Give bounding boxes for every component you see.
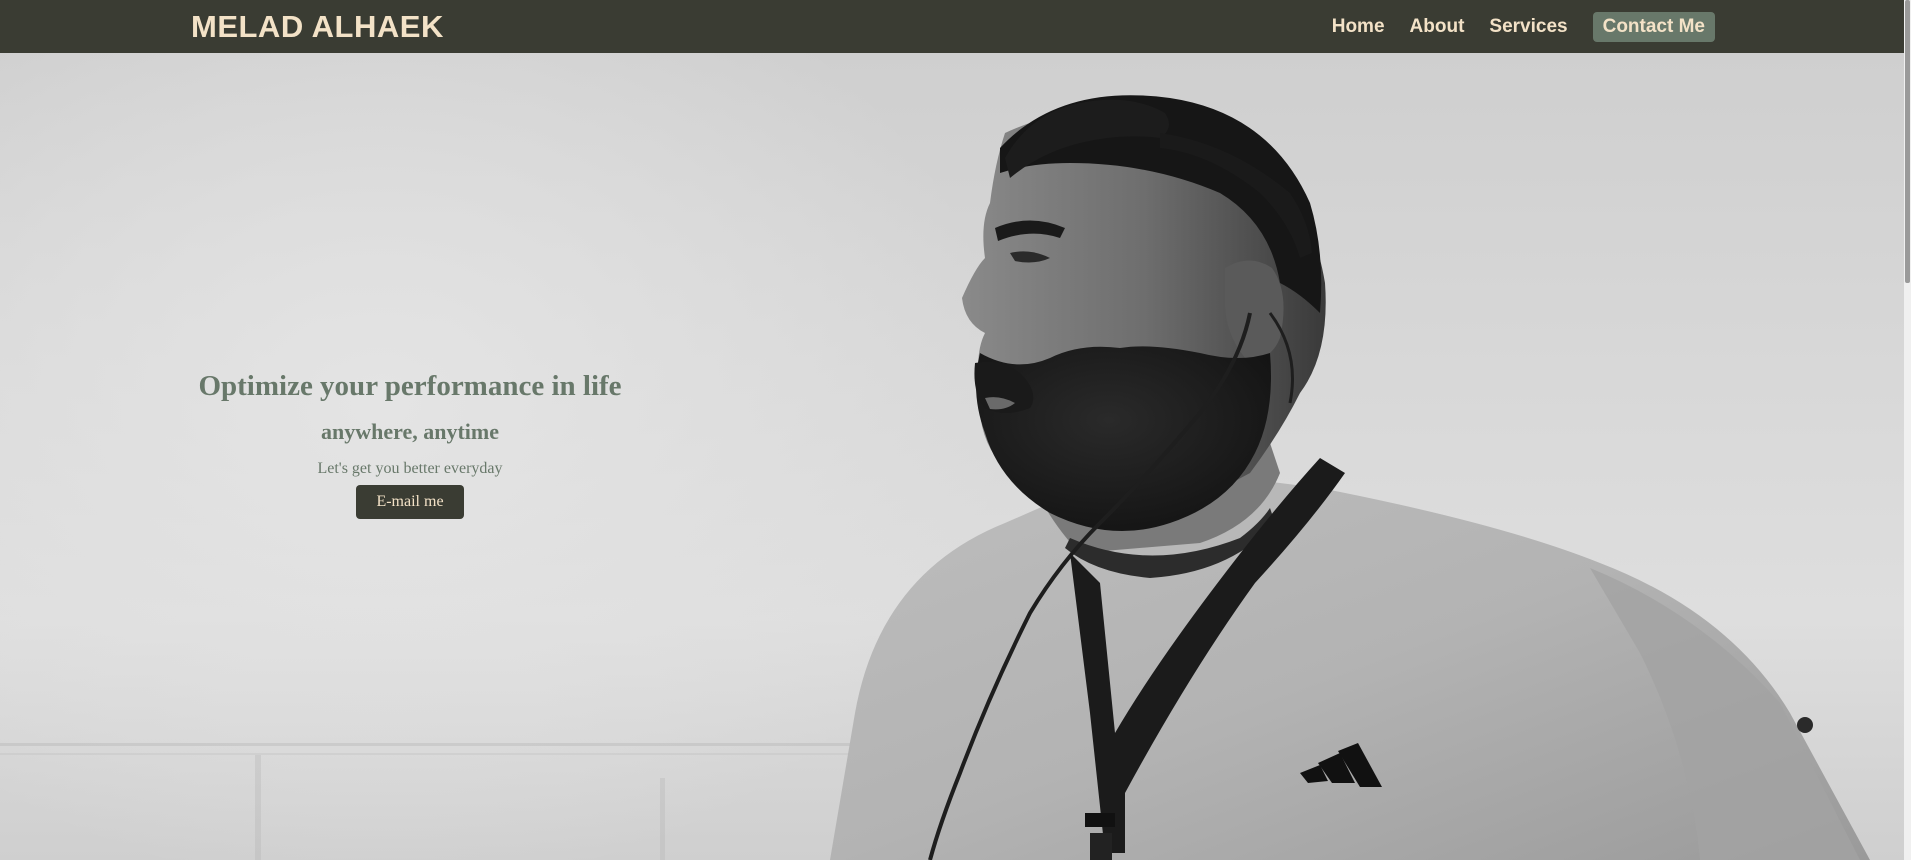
- hero-title: Optimize your performance in life: [198, 370, 622, 402]
- hero-tagline: Let's get you better everyday: [317, 460, 503, 477]
- hero-section: Optimize your performance in life anywhe…: [0, 53, 1904, 860]
- nav-link-about[interactable]: About: [1410, 16, 1465, 38]
- nav-links: Home About Services Contact Me: [1307, 12, 1715, 42]
- brand-logo[interactable]: MELAD ALHAEK: [191, 9, 444, 45]
- nav-link-home[interactable]: Home: [1332, 16, 1385, 38]
- hero-subtitle: anywhere, anytime: [320, 419, 500, 444]
- hero-content: Optimize your performance in life anywhe…: [191, 369, 629, 519]
- nav-link-contact-me[interactable]: Contact Me: [1592, 12, 1715, 42]
- page: MELAD ALHAEK Home About Services Contact…: [0, 0, 1911, 860]
- background-structure: [0, 743, 900, 860]
- scrollbar-thumb[interactable]: [1905, 0, 1910, 283]
- scrollbar[interactable]: [1904, 0, 1911, 860]
- nav-link-services[interactable]: Services: [1489, 16, 1567, 38]
- email-me-button[interactable]: E-mail me: [356, 485, 464, 519]
- navbar: MELAD ALHAEK Home About Services Contact…: [0, 0, 1904, 53]
